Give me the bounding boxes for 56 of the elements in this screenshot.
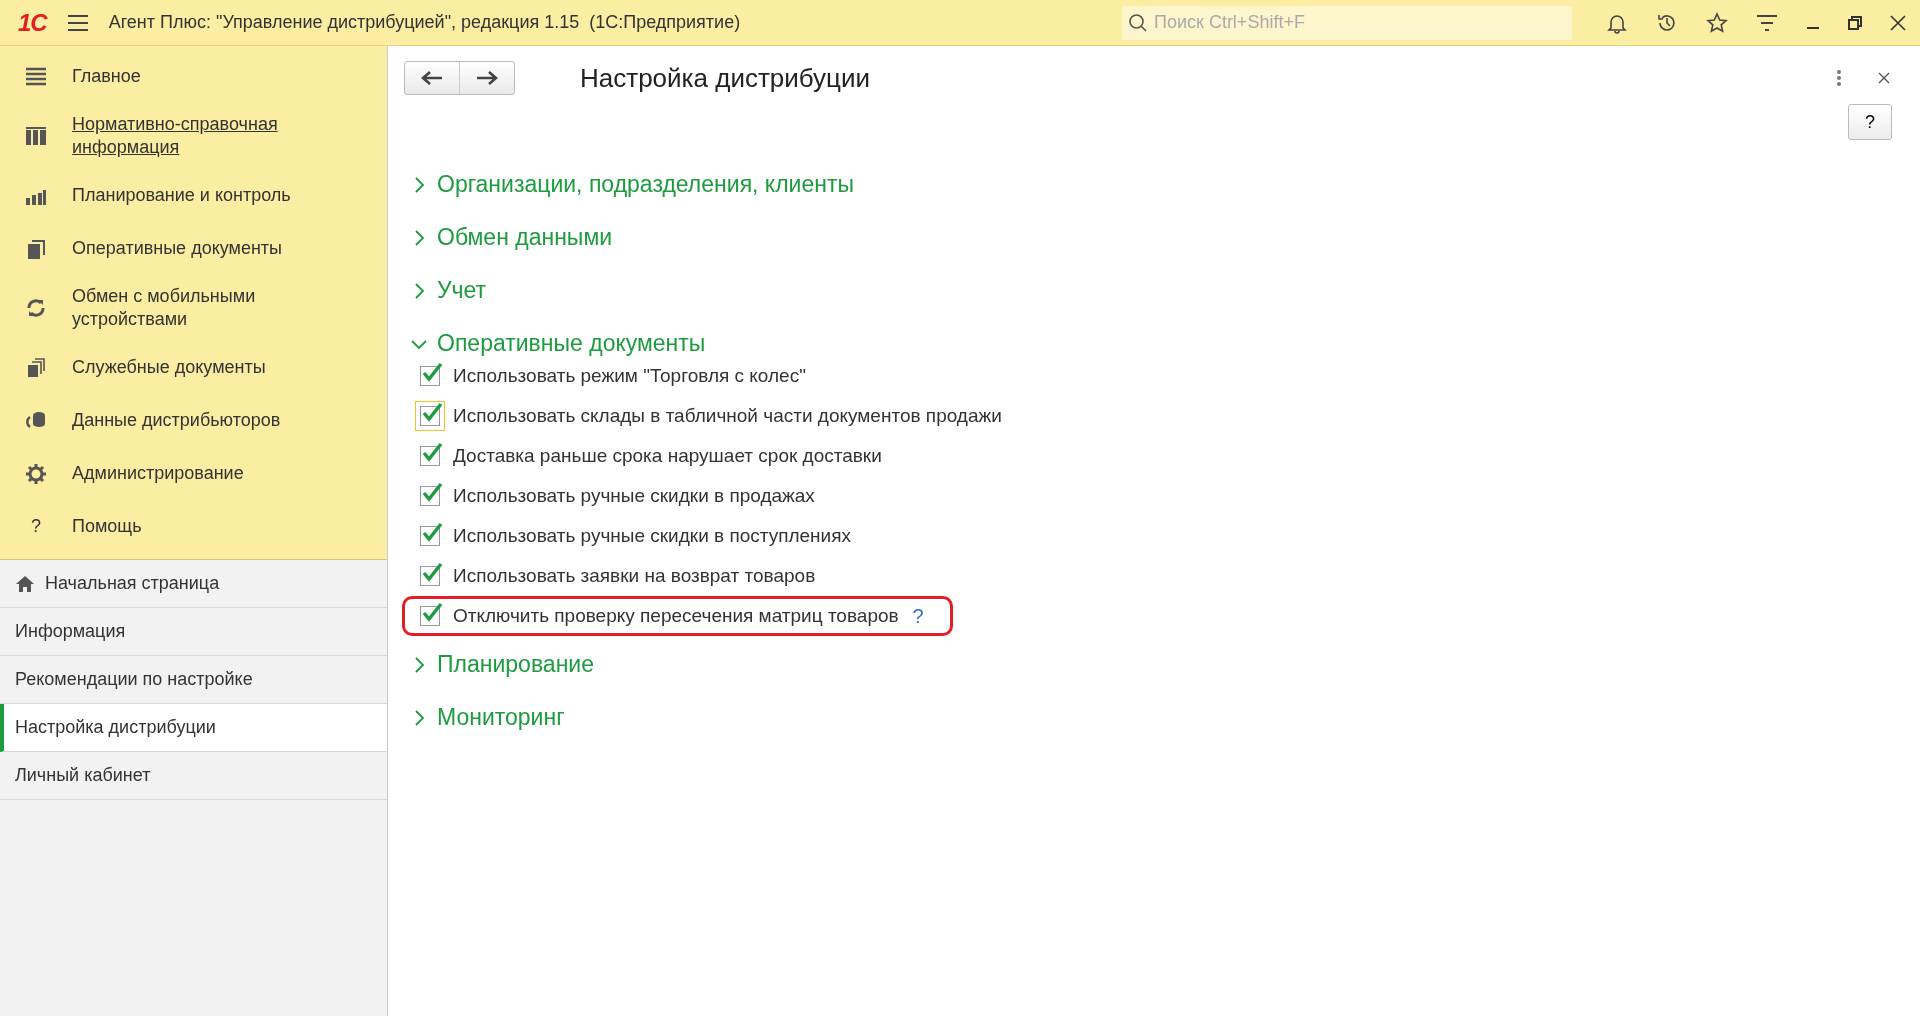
close-icon[interactable] xyxy=(1878,72,1890,84)
open-page-tab[interactable]: Информация xyxy=(0,608,387,656)
section-link[interactable]: Оперативные документы xyxy=(72,237,303,260)
section-link[interactable]: Главное xyxy=(72,65,161,88)
documents-icon xyxy=(25,238,47,259)
refresh-icon xyxy=(25,298,47,318)
checkbox[interactable] xyxy=(420,486,440,506)
checkbox[interactable] xyxy=(420,366,440,386)
option-label: Использовать ручные скидки в продажах xyxy=(453,485,815,507)
columns-icon xyxy=(25,126,47,146)
menu-icon xyxy=(25,66,47,87)
open-page-tab[interactable]: Личный кабинет xyxy=(0,752,387,800)
section-link[interactable]: Помощь xyxy=(72,515,162,538)
group-header[interactable]: Мониторинг xyxy=(411,691,1890,744)
section-link[interactable]: Данные дистрибьюторов xyxy=(72,409,301,432)
option-label: Использовать заявки на возврат товаров xyxy=(453,565,816,587)
help-button[interactable]: ? xyxy=(1848,104,1892,140)
search-field[interactable]: Поиск Ctrl+Shift+F xyxy=(1122,5,1572,40)
menu-icon[interactable] xyxy=(66,13,89,32)
search-icon xyxy=(1128,12,1148,33)
section-link[interactable]: Служебные документы xyxy=(72,356,286,379)
group-header[interactable]: Обмен данными xyxy=(411,211,1890,264)
section-link[interactable]: Нормативно-справочная информация xyxy=(72,113,387,159)
database-icon xyxy=(25,410,47,431)
group-header[interactable]: Учет xyxy=(411,264,1890,317)
section-link[interactable]: Планирование и контроль xyxy=(72,184,311,207)
more-icon[interactable] xyxy=(1836,69,1842,87)
form-title: Настройка дистрибуции xyxy=(580,62,871,94)
documents-icon xyxy=(25,357,47,378)
checkbox[interactable] xyxy=(420,406,440,426)
right-arrow-icon xyxy=(476,71,498,85)
window-title: Агент Плюс: "Управление дистрибуцией", редакция 1.15 (1С:Предприятие) xyxy=(108,12,742,33)
close-icon[interactable] xyxy=(1890,14,1906,31)
checkbox[interactable] xyxy=(420,566,440,586)
option-label: Отключить проверку пересечения матриц товаров xyxy=(453,605,899,627)
checkbox[interactable] xyxy=(420,526,440,546)
gear-icon xyxy=(25,462,47,485)
help-glyph: ? xyxy=(31,516,41,537)
restore-icon[interactable] xyxy=(1848,15,1862,30)
option-label: Использовать склады в табличной части документов продажи xyxy=(453,405,1002,427)
open-page-tab[interactable]: Начальная страница xyxy=(0,560,387,608)
group-header[interactable]: Планирование xyxy=(411,638,1890,691)
filter-icon[interactable] xyxy=(1756,13,1778,32)
checkbox[interactable] xyxy=(420,606,440,626)
left-arrow-icon xyxy=(421,71,443,85)
section-link[interactable]: Администрирование xyxy=(72,462,264,485)
section-link[interactable]: Обмен с мобильными устройствами xyxy=(72,285,387,331)
help-link[interactable]: ? xyxy=(912,604,924,628)
logo[interactable]: 1С xyxy=(18,8,47,37)
option-label: Доставка раньше срока нарушает срок доставки xyxy=(453,445,882,467)
checkbox[interactable] xyxy=(420,446,440,466)
star-icon[interactable] xyxy=(1706,11,1728,34)
option-label: Использовать ручные скидки в поступлениях xyxy=(453,525,851,547)
group-header[interactable]: Организации, подразделения, клиенты xyxy=(411,158,1890,211)
home-icon xyxy=(15,574,35,593)
open-page-tab[interactable]: Настройка дистрибуции xyxy=(0,704,387,752)
